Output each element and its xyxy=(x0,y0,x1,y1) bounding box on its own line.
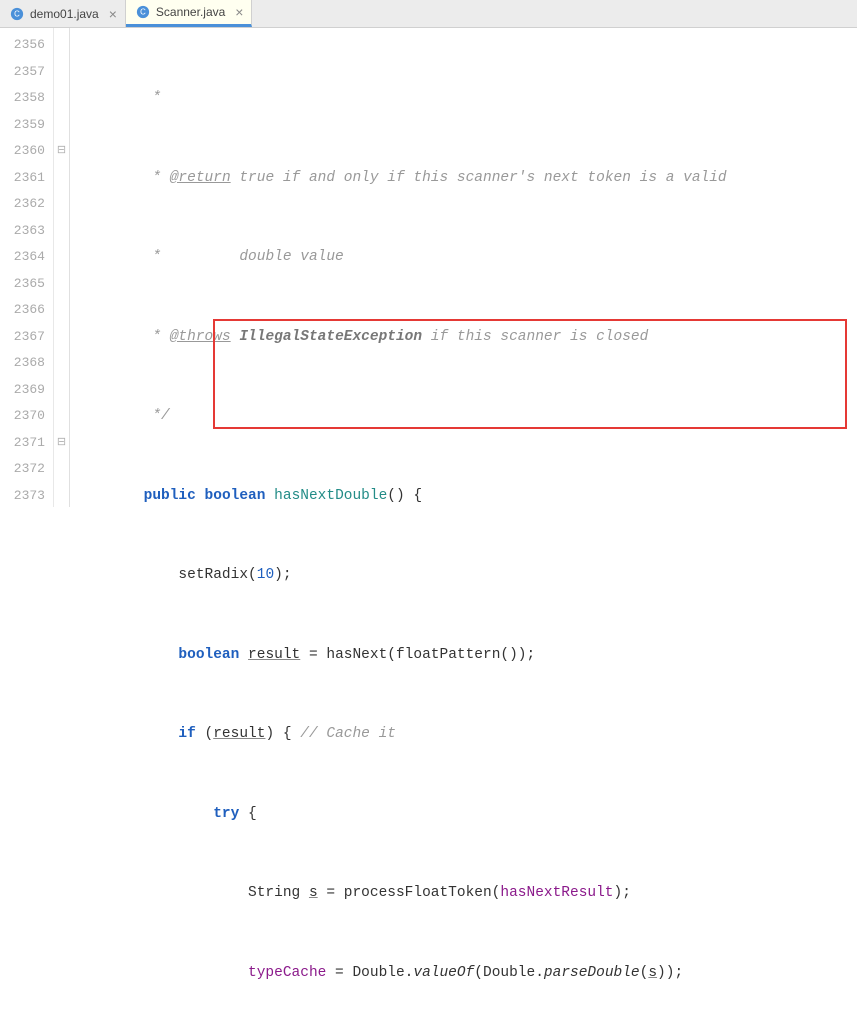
class-icon: C xyxy=(136,5,150,19)
code-line: public boolean hasNextDouble() { xyxy=(74,483,857,510)
code-line: * xyxy=(74,85,857,112)
tab-demo01[interactable]: C demo01.java × xyxy=(0,0,126,27)
close-icon[interactable]: × xyxy=(109,6,117,22)
code-line: * @throws IllegalStateException if this … xyxy=(74,324,857,351)
tab-label: demo01.java xyxy=(30,7,99,21)
code-line: * @return true if and only if this scann… xyxy=(74,165,857,192)
line-number-gutter: 2356235723582359236023612362236323642365… xyxy=(0,28,54,507)
code-line: typeCache = Double.valueOf(Double.parseD… xyxy=(74,960,857,987)
code-line: String s = processFloatToken(hasNextResu… xyxy=(74,880,857,907)
code-line: if (result) { // Cache it xyxy=(74,721,857,748)
code-line: boolean result = hasNext(floatPattern())… xyxy=(74,642,857,669)
code-line: setRadix(10); xyxy=(74,562,857,589)
code-area[interactable]: * * @return true if and only if this sca… xyxy=(70,28,857,507)
code-line: try { xyxy=(74,801,857,828)
close-icon[interactable]: × xyxy=(235,4,243,20)
code-line: */ xyxy=(74,403,857,430)
fold-gutter: ⊟⊟ xyxy=(54,28,70,507)
code-line: * double value xyxy=(74,244,857,271)
editor: 2356235723582359236023612362236323642365… xyxy=(0,28,857,507)
tab-bar: C demo01.java × C Scanner.java × xyxy=(0,0,857,28)
tab-scanner[interactable]: C Scanner.java × xyxy=(126,0,253,27)
class-icon: C xyxy=(10,7,24,21)
svg-text:C: C xyxy=(140,8,146,17)
svg-text:C: C xyxy=(14,9,20,18)
tab-label: Scanner.java xyxy=(156,5,225,19)
